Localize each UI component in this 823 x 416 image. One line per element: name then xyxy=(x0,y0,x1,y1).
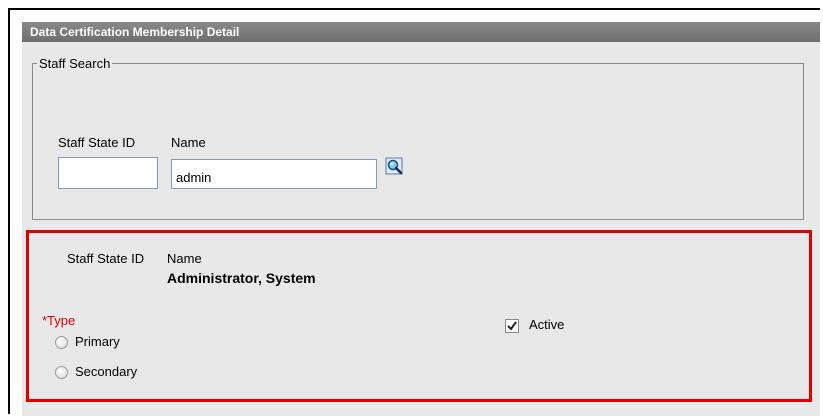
staff-state-id-label: Staff State ID xyxy=(58,135,136,150)
active-label: Active xyxy=(529,317,565,332)
primary-label: Primary xyxy=(75,334,120,349)
checkmark-icon xyxy=(507,321,517,331)
primary-radio[interactable] xyxy=(55,336,68,349)
secondary-radio[interactable] xyxy=(55,366,68,379)
active-checkbox[interactable] xyxy=(505,319,519,333)
staff-search-legend: Staff Search xyxy=(39,56,111,71)
staff-search-fieldset: Staff Search Staff State ID Name admin xyxy=(32,56,804,220)
name-input[interactable]: admin xyxy=(171,159,377,189)
name-label: Name xyxy=(171,135,206,150)
result-staff-state-id-label: Staff State ID xyxy=(67,251,145,266)
result-name-label: Name xyxy=(167,251,202,266)
selected-staff-section: Staff State ID Name Administrator, Syste… xyxy=(26,230,812,402)
secondary-label: Secondary xyxy=(75,364,138,379)
type-label: *Type xyxy=(42,313,76,328)
staff-state-id-input[interactable] xyxy=(58,157,158,189)
magnifier-icon[interactable] xyxy=(385,157,405,177)
page-title: Data Certification Membership Detail xyxy=(22,22,820,42)
detail-panel: Staff Search Staff State ID Name admin S… xyxy=(22,42,820,416)
staff-name-value: Administrator, System xyxy=(167,270,316,286)
